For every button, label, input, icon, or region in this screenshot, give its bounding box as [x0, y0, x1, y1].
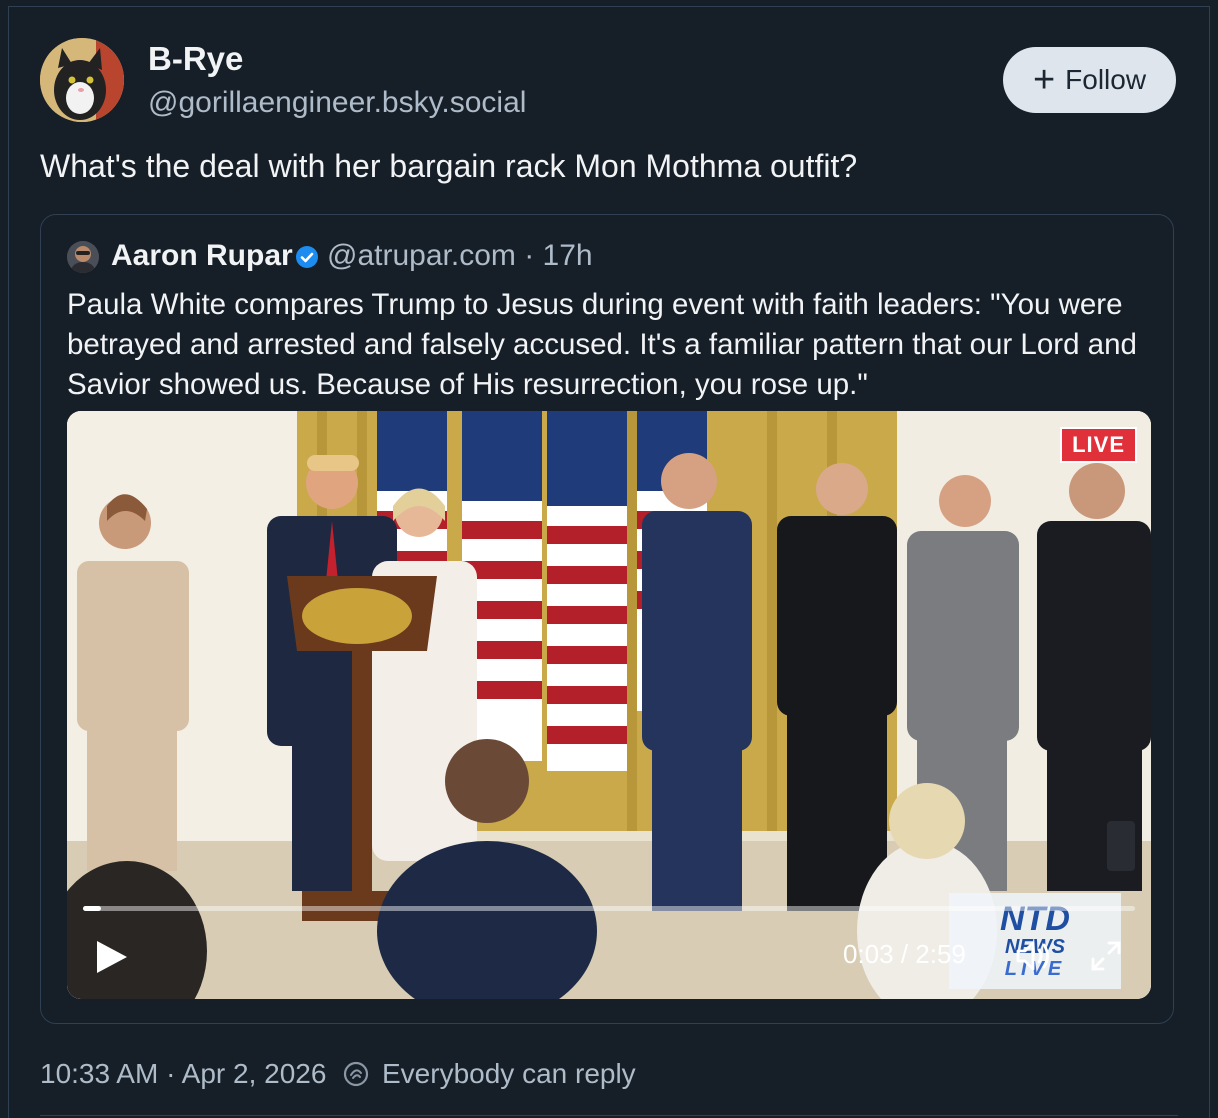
author-display-name[interactable]: B-Rye	[148, 40, 243, 78]
author-avatar[interactable]	[40, 38, 124, 122]
follow-button[interactable]: + Follow	[1003, 47, 1176, 113]
card-top-border	[8, 6, 1210, 7]
card-right-border	[1209, 6, 1210, 1118]
video-progress-bar[interactable]	[83, 906, 1135, 911]
verified-check-icon	[296, 246, 318, 268]
quote-author-name[interactable]: Aaron Rupar	[111, 239, 293, 273]
video-player[interactable]: LIVE NTD NEWS LIVE 0:03 / 2:59	[67, 411, 1151, 999]
post-timestamp[interactable]: 10:33 AM · Apr 2, 2026	[40, 1058, 326, 1090]
reply-settings-icon	[343, 1061, 369, 1087]
quote-text: Paula White compares Trump to Jesus duri…	[67, 288, 1137, 401]
reply-setting-text[interactable]: Everybody can reply	[382, 1058, 636, 1090]
author-handle[interactable]: @gorillaengineer.bsky.social	[148, 86, 526, 120]
quote-author-avatar[interactable]	[67, 241, 99, 273]
video-time: 0:03 / 2:59	[843, 939, 966, 969]
play-icon[interactable]	[95, 939, 129, 975]
fullscreen-icon[interactable]	[1089, 939, 1123, 973]
quoted-post[interactable]: Aaron Rupar @atrupar.com · 17h Paula Whi…	[40, 214, 1174, 1024]
quote-author-meta[interactable]: @atrupar.com · 17h	[327, 239, 593, 273]
follow-label: Follow	[1065, 64, 1147, 95]
cat-avatar-image	[40, 38, 124, 122]
live-badge: LIVE	[1060, 427, 1137, 463]
post-text: What's the deal with her bargain rack Mo…	[40, 148, 858, 184]
plus-icon: +	[1032, 59, 1056, 101]
card-left-border	[8, 6, 9, 1118]
volume-icon[interactable]	[1015, 939, 1053, 973]
footer-divider	[40, 1115, 1178, 1116]
video-progress-fill	[83, 906, 101, 911]
user-avatar-image	[67, 241, 99, 273]
